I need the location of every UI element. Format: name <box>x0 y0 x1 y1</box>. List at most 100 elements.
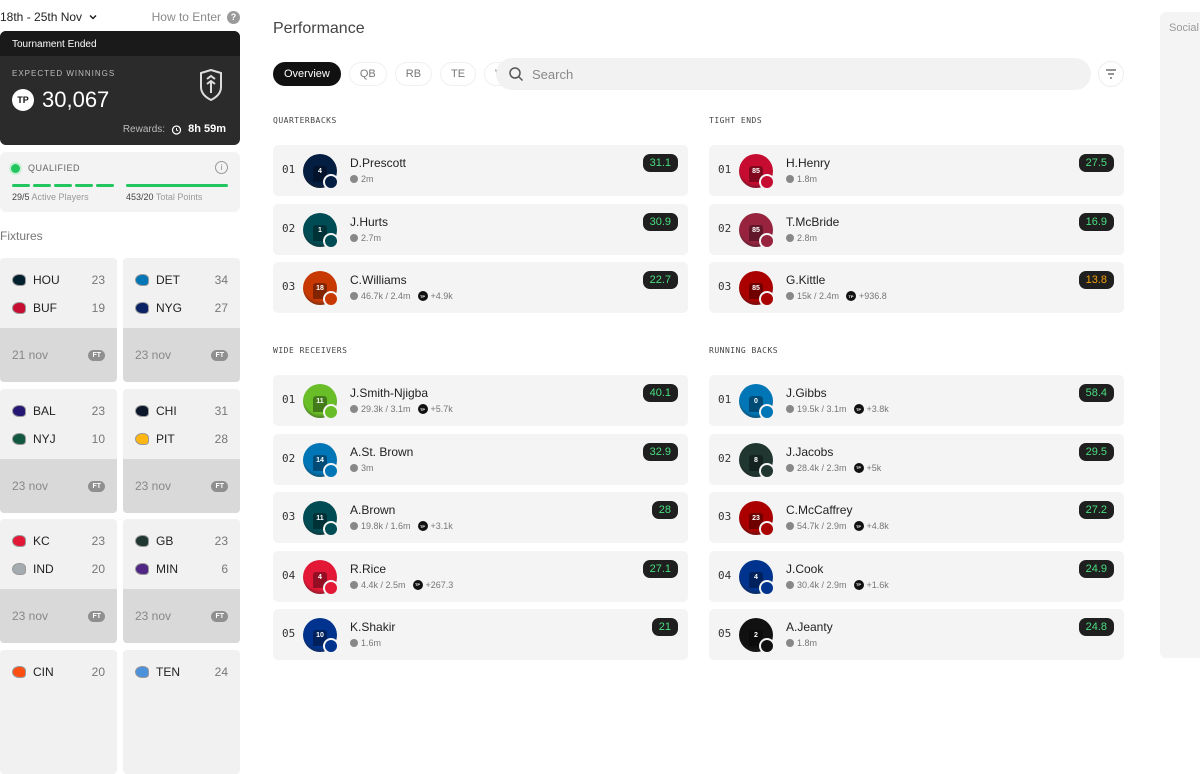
player-score: 32.9 <box>642 442 678 461</box>
people-icon <box>786 580 794 589</box>
fixture-card[interactable]: TEN 24 <box>123 650 240 774</box>
team-logo-icon <box>323 638 339 654</box>
people-icon <box>350 463 358 472</box>
tp-icon: TP <box>853 404 864 414</box>
fixture-date: 23 nov <box>135 609 172 623</box>
fixture-card[interactable]: BAL 23 NYJ 10 23 nov FT <box>0 389 117 513</box>
team-abbr: IND <box>33 562 54 576</box>
player-card[interactable]: 04 4 R.Rice 4.4k / 2.5m TP +267.3 27.1 <box>273 550 688 602</box>
team-score: 23 <box>214 534 228 548</box>
player-rank: 03 <box>282 510 296 523</box>
team-abbr: MIN <box>156 562 178 576</box>
how-to-enter-link[interactable]: How to Enter ? <box>152 10 240 24</box>
fixture-card[interactable]: CHI 31 PIT 28 23 nov FT <box>123 389 240 513</box>
team-logo-icon <box>323 232 339 249</box>
team-abbr: KC <box>33 534 50 548</box>
people-icon <box>786 463 794 472</box>
team-logo-icon <box>323 174 339 190</box>
active-players-stat: 29/5 Active Players <box>12 192 89 202</box>
helmet-icon <box>135 535 149 547</box>
fixture-team-row: CIN 20 <box>12 664 105 680</box>
tab-overview[interactable]: Overview <box>273 62 341 86</box>
fixtures-title: Fixtures <box>0 229 43 243</box>
player-card[interactable]: 03 11 A.Brown 19.8k / 1.6m TP +3.1k 28 <box>273 492 688 543</box>
team-logo-icon <box>759 404 775 420</box>
player-card[interactable]: 02 8 J.Jacobs 28.4k / 2.3m TP +5k 29.5 <box>709 433 1124 485</box>
fixture-team-row: IND 20 <box>12 561 105 577</box>
alarm-clock-icon <box>171 124 182 135</box>
team-score: 27 <box>214 301 228 315</box>
how-to-enter-label: How to Enter <box>151 10 221 24</box>
full-time-badge: FT <box>88 480 105 492</box>
player-card[interactable]: 01 85 H.Henry 1.8m 27.5 <box>709 145 1124 196</box>
fixture-card[interactable]: DET 34 NYG 27 23 nov FT <box>123 258 240 382</box>
player-card[interactable]: 02 1 J.Hurts 2.7m 30.9 <box>273 203 688 255</box>
fixture-team-row: DET 34 <box>135 272 228 288</box>
info-icon[interactable]: i <box>215 161 228 174</box>
helmet-icon <box>135 433 149 445</box>
player-rank: 01 <box>718 393 732 406</box>
chevron-down-icon <box>89 14 97 20</box>
full-time-badge: FT <box>211 610 228 622</box>
player-score: 27.2 <box>1078 501 1114 519</box>
people-icon <box>350 580 358 589</box>
helmet-icon <box>135 563 149 575</box>
full-time-badge: FT <box>88 610 105 622</box>
player-tp-change: +4.9k <box>430 291 453 301</box>
player-score: 16.9 <box>1078 212 1114 231</box>
player-ownership: 30.4k / 2.9m <box>797 579 847 590</box>
date-range-label: 18th - 25th Nov <box>0 10 83 24</box>
fixture-card[interactable]: HOU 23 BUF 19 21 nov FT <box>0 258 117 382</box>
player-score: 31.1 <box>642 154 678 172</box>
fixture-card[interactable]: CIN 20 <box>0 650 117 774</box>
player-ownership: 15k / 2.4m <box>797 291 840 301</box>
tab-rb[interactable]: RB <box>394 62 433 86</box>
player-card[interactable]: 03 18 C.Williams 46.7k / 2.4m TP +4.9k 22.7 <box>273 262 688 313</box>
fixture-team-row: BAL 23 <box>12 403 105 419</box>
helmet-icon <box>12 666 26 678</box>
player-name: R.Rice <box>350 561 387 576</box>
player-card[interactable]: 02 14 A.St. Brown 3m 32.9 <box>273 433 688 485</box>
team-score: 6 <box>221 562 228 576</box>
fixture-team-row: PIT 28 <box>135 431 228 447</box>
player-card[interactable]: 05 10 K.Shakir 1.6m 21 <box>273 609 688 660</box>
fixture-date: 23 nov <box>135 479 172 493</box>
shield-logo-icon <box>200 69 222 101</box>
total-points-progress <box>126 184 228 187</box>
tab-qb[interactable]: QB <box>348 62 387 86</box>
player-card[interactable]: 04 4 J.Cook 30.4k / 2.9m TP +1.6k 24.9 <box>709 550 1124 602</box>
player-card[interactable]: 05 2 A.Jeanty 1.8m 24.8 <box>709 609 1124 660</box>
search-bar[interactable] <box>496 58 1091 90</box>
team-score: 20 <box>91 665 105 679</box>
player-card[interactable]: 03 23 C.McCaffrey 54.7k / 2.9m TP +4.8k 27.2 <box>709 492 1124 543</box>
fixture-footer: 23 nov FT <box>123 589 240 643</box>
team-logo-icon <box>323 462 339 479</box>
fixture-card[interactable]: GB 23 MIN 6 23 nov FT <box>123 519 240 643</box>
helmet-icon <box>135 666 149 678</box>
player-ownership: 19.5k / 3.1m <box>797 404 847 414</box>
fixture-card[interactable]: KC 23 IND 20 23 nov FT <box>0 519 117 643</box>
player-name: J.Gibbs <box>786 386 827 400</box>
full-time-badge: FT <box>211 349 228 361</box>
player-name: C.McCaffrey <box>786 503 853 517</box>
search-input[interactable] <box>532 66 1052 82</box>
player-name: J.Smith-Njigba <box>350 386 429 400</box>
tab-te[interactable]: TE <box>440 62 477 86</box>
team-logo-icon <box>759 291 775 307</box>
player-card[interactable]: 01 11 J.Smith-Njigba 29.3k / 3.1m TP +5.7k 40.… <box>273 375 688 426</box>
player-card[interactable]: 03 85 G.Kittle 15k / 2.4m TP +936.8 13.8 <box>709 262 1124 313</box>
player-meta: 2.7m <box>350 233 381 243</box>
date-range-dropdown[interactable]: 18th - 25th Nov <box>0 10 98 24</box>
player-card[interactable]: 01 4 D.Prescott 2m 31.1 <box>273 145 688 196</box>
people-icon <box>350 175 358 183</box>
filter-button[interactable] <box>1098 61 1124 87</box>
team-score: 24 <box>214 665 228 679</box>
tp-icon: TP <box>417 404 428 414</box>
player-meta: 1.8m <box>786 638 817 648</box>
player-tp-change: +3.1k <box>430 521 453 531</box>
qualified-label: QUALIFIED <box>28 163 81 173</box>
player-card[interactable]: 02 85 T.McBride 2.8m 16.9 <box>709 203 1124 255</box>
tournament-status: Tournament Ended <box>0 31 240 56</box>
player-ownership: 2m <box>361 174 374 184</box>
player-card[interactable]: 01 0 J.Gibbs 19.5k / 3.1m TP +3.8k 58.4 <box>709 375 1124 426</box>
